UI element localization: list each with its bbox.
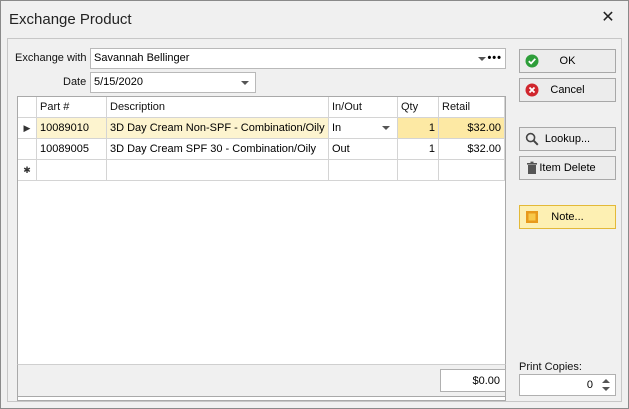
new-row-cell[interactable] [398,160,439,181]
column-header-retail[interactable]: Retail [439,97,505,118]
column-header-qty[interactable]: Qty [398,97,439,118]
inout-value: In [332,122,342,134]
row-indicator-icon[interactable]: ▶ [18,118,37,139]
table-cell-description[interactable]: 3D Day Cream SPF 30 - Combination/Oily [107,139,329,160]
spin-down-icon[interactable] [602,387,610,391]
print-copies-value: 0 [586,379,593,391]
spin-up-icon[interactable] [602,379,610,383]
ellipsis-button[interactable]: ••• [487,52,502,64]
chevron-down-icon[interactable] [382,126,390,130]
magnifier-icon [525,132,539,146]
table-cell-retail[interactable]: $32.00 [439,139,505,160]
ok-label: OK [559,55,576,67]
table-cell-part[interactable]: 10089010 [37,118,107,139]
chevron-down-icon[interactable] [478,57,486,61]
date-field[interactable]: 5/15/2020 [90,72,256,93]
item-delete-button[interactable]: Item Delete [519,156,616,180]
table-cell-part[interactable]: 10089005 [37,139,107,160]
lookup-button[interactable]: Lookup... [519,127,616,151]
exchange-items-grid: Part # Description In/Out Qty Retail ▶ 1… [17,96,506,401]
table-cell-retail[interactable]: $32.00 [439,118,505,139]
exchange-with-combobox[interactable]: Savannah Bellinger ••• [90,48,506,69]
new-row-cell[interactable] [439,160,505,181]
column-header-inout[interactable]: In/Out [329,97,398,118]
row-indicator[interactable] [18,139,37,160]
cancel-button[interactable]: Cancel [519,78,616,102]
row-indicator-header [18,97,37,118]
new-row-cell[interactable] [329,160,398,181]
x-circle-icon [525,83,539,97]
new-row-icon[interactable]: ✱ [18,160,37,181]
exchange-with-value: Savannah Bellinger [94,52,190,64]
table-cell-qty[interactable]: 1 [398,118,439,139]
date-value: 5/15/2020 [94,76,143,88]
date-label: Date [63,76,87,88]
item-delete-label: Item Delete [539,162,596,174]
exchange-product-dialog: Exchange Product ✕ Exchange with Savanna… [0,0,629,409]
total-retail: $0.00 [440,369,506,392]
ok-button[interactable]: OK [519,49,616,73]
exchange-with-label: Exchange with [15,52,87,64]
lookup-label: Lookup... [544,133,591,145]
table-cell-description[interactable]: 3D Day Cream Non-SPF - Combination/Oily [107,118,329,139]
print-copies-label: Print Copies: [519,361,582,373]
dialog-body: Exchange with Savannah Bellinger ••• Dat… [7,38,622,402]
grid-footer [17,364,506,397]
new-row-cell[interactable] [107,160,329,181]
column-header-part[interactable]: Part # [37,97,107,118]
inout-dropdown[interactable]: In [329,118,398,139]
note-label: Note... [551,211,584,223]
close-icon[interactable]: ✕ [600,10,616,26]
table-cell-qty[interactable]: 1 [398,139,439,160]
table-cell-inout[interactable]: Out [329,139,398,160]
title-bar: Exchange Product ✕ [1,1,628,38]
column-header-description[interactable]: Description [107,97,329,118]
note-button[interactable]: Note... [519,205,616,229]
note-icon [526,211,538,223]
print-copies-stepper[interactable]: 0 [519,374,616,396]
chevron-down-icon[interactable] [241,81,249,85]
window-title: Exchange Product [9,11,132,28]
cancel-label: Cancel [550,84,585,96]
new-row-cell[interactable] [37,160,107,181]
check-circle-icon [525,54,539,68]
trash-icon [527,161,537,174]
